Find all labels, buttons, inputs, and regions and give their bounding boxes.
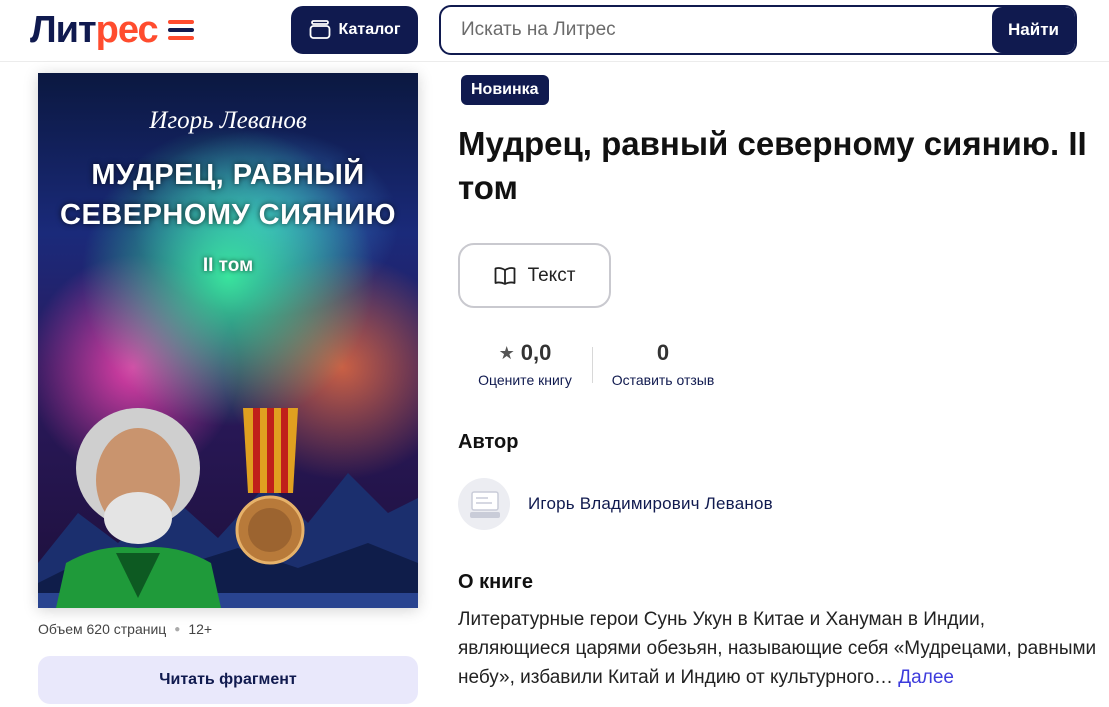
reviews-block: 0 Оставить отзыв bbox=[602, 340, 724, 388]
star-icon: ★ bbox=[498, 342, 515, 363]
rating-value: 0,0 bbox=[520, 340, 552, 365]
litres-logo[interactable]: Литрес bbox=[30, 8, 194, 52]
cover-portrait-image bbox=[56, 408, 221, 608]
cover-title-line2: СЕВЕРНОМУ СИЯНИЮ bbox=[60, 199, 396, 231]
meta-separator: ● bbox=[174, 623, 181, 635]
about-description: Литературные герои Сунь Укун в Китае и Х… bbox=[458, 609, 1097, 688]
stat-divider bbox=[592, 347, 593, 383]
rating-block: ★ 0,0 Оцените книгу bbox=[466, 340, 584, 388]
cover-volume: II том bbox=[202, 255, 254, 276]
leave-review-link[interactable]: Оставить отзыв bbox=[602, 372, 724, 388]
book-cover[interactable]: Игорь Леванов МУДРЕЦ, РАВНЫЙ СЕВЕРНОМУ С… bbox=[38, 73, 418, 608]
cover-title-line1: МУДРЕЦ, РАВНЫЙ bbox=[91, 159, 365, 191]
catalog-button[interactable]: Каталог bbox=[291, 6, 418, 54]
catalog-icon bbox=[309, 20, 330, 39]
read-fragment-button[interactable]: Читать фрагмент bbox=[38, 656, 418, 704]
format-text-button[interactable]: Текст bbox=[458, 243, 611, 308]
cover-title: МУДРЕЦ, РАВНЫЙ СЕВЕРНОМУ СИЯНИЮ bbox=[38, 155, 418, 235]
reviews-count: 0 bbox=[656, 340, 670, 365]
logo-bars-icon bbox=[167, 20, 194, 40]
more-link[interactable]: Далее bbox=[898, 667, 954, 688]
author-heading: Автор bbox=[458, 431, 519, 453]
cover-author: Игорь Леванов bbox=[149, 107, 307, 134]
search-bar: Найти bbox=[439, 5, 1077, 55]
book-title: Мудрец, равный северному сиянию. II том bbox=[458, 125, 1087, 206]
author-link[interactable]: Игорь Владимирович Леванов bbox=[458, 477, 773, 531]
about-heading: О книге bbox=[458, 571, 533, 593]
cover-medal-image bbox=[235, 408, 305, 565]
author-name: Игорь Владимирович Леванов bbox=[528, 494, 773, 513]
about-text: Литературные герои Сунь Укун в Китае и Х… bbox=[458, 605, 1098, 692]
book-meta: Объем 620 страниц ● 12+ bbox=[38, 621, 212, 637]
age-rating: 12+ bbox=[188, 621, 213, 637]
site-header: Литрес Каталог Найти bbox=[0, 0, 1109, 62]
format-label: Текст bbox=[527, 264, 576, 286]
catalog-label: Каталог bbox=[338, 21, 401, 38]
rate-book-link[interactable]: Оцените книгу bbox=[466, 372, 584, 388]
book-open-icon bbox=[494, 266, 515, 285]
author-avatar-icon bbox=[458, 478, 510, 530]
logo-text-part1: Лит bbox=[30, 9, 97, 51]
search-input[interactable] bbox=[461, 17, 981, 43]
logo-text-part2: рес bbox=[95, 9, 159, 51]
new-badge: Новинка bbox=[461, 75, 549, 105]
pages-info: Объем 620 страниц bbox=[38, 621, 167, 637]
search-button[interactable]: Найти bbox=[992, 7, 1075, 53]
